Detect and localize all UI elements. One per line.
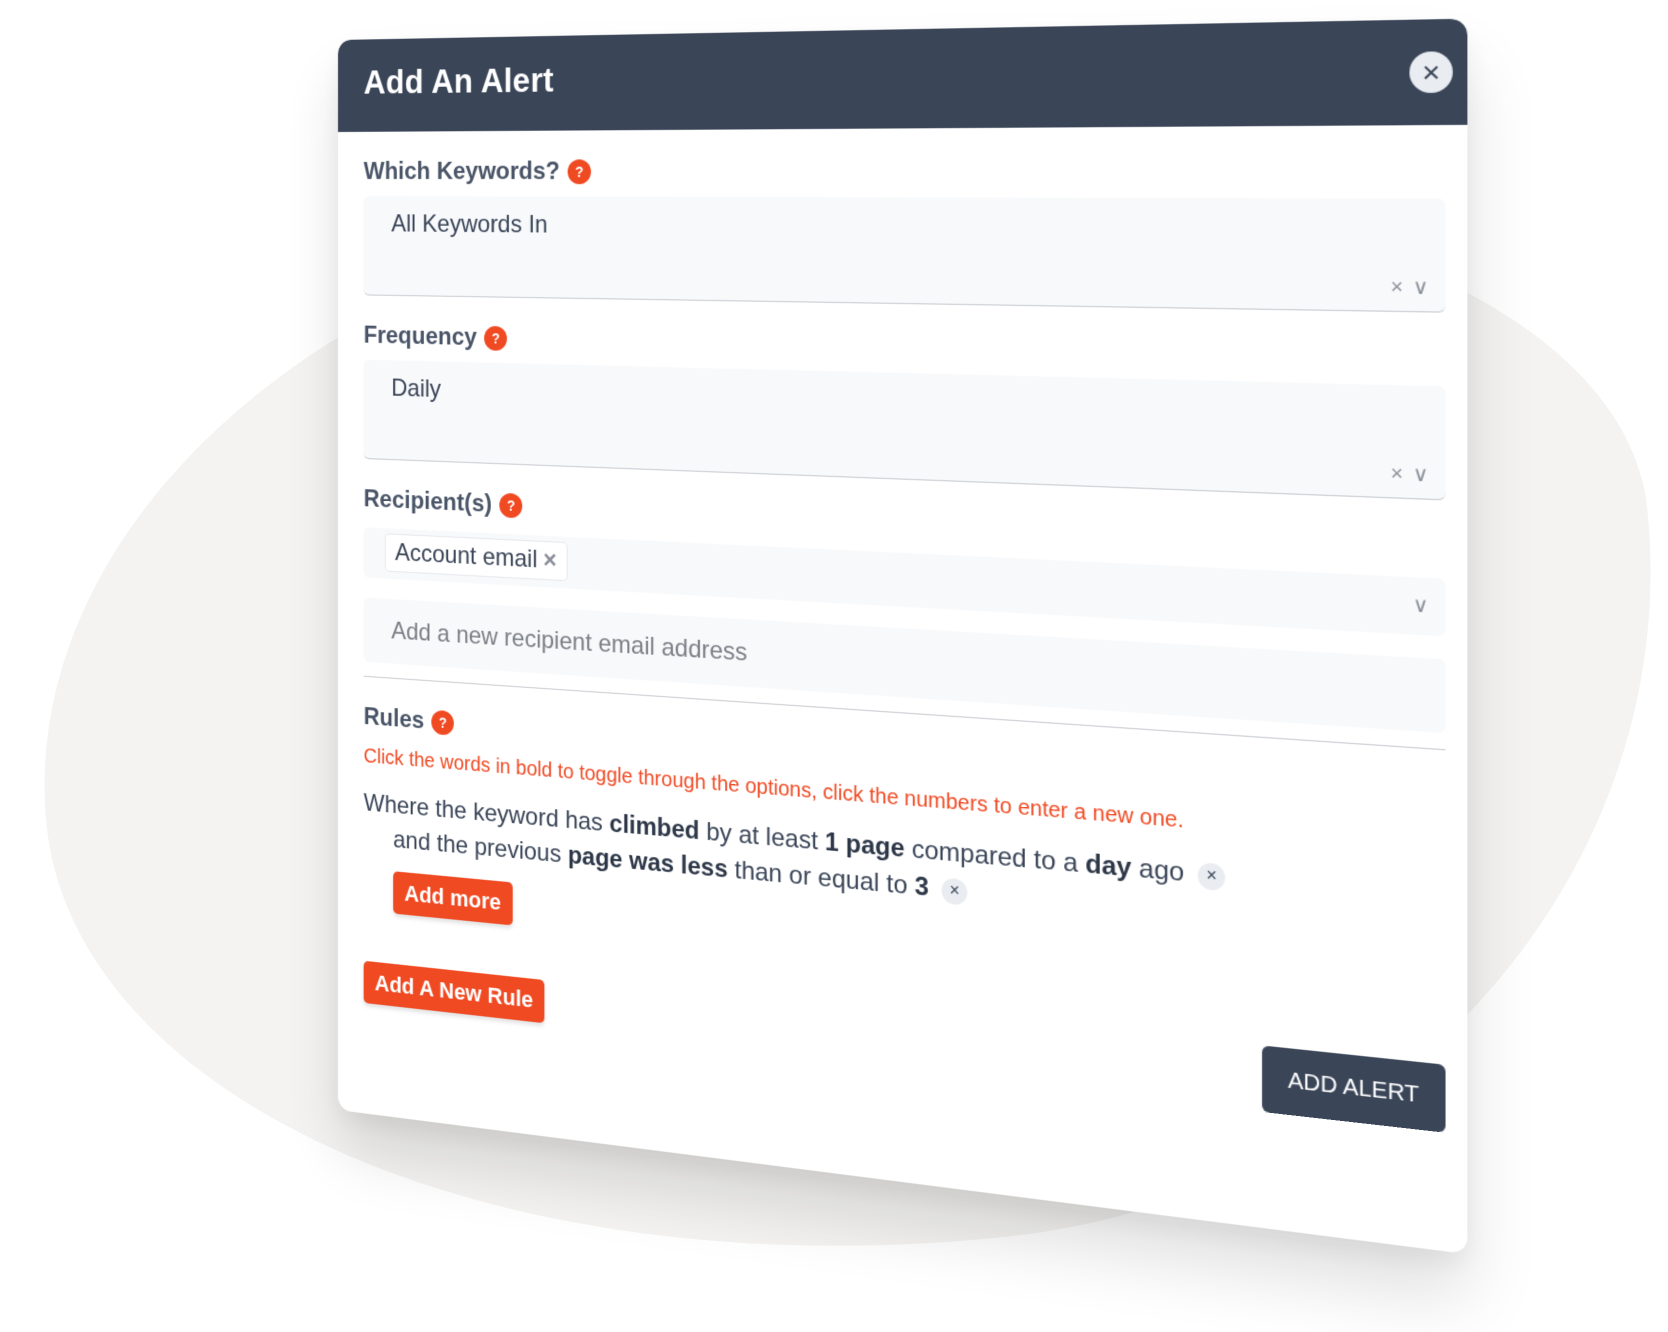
rule-toggle-unit[interactable]: page bbox=[846, 829, 905, 863]
rule-toggle-direction[interactable]: climbed bbox=[609, 810, 699, 846]
frequency-value: Daily bbox=[391, 374, 442, 404]
keywords-label: Which Keywords? ? bbox=[364, 155, 1446, 187]
keywords-value: All Keywords In bbox=[391, 210, 548, 239]
chevron-down-icon[interactable]: ∨ bbox=[1413, 593, 1429, 618]
help-icon[interactable]: ? bbox=[499, 492, 523, 519]
remove-chip-icon[interactable]: × bbox=[543, 546, 557, 574]
frequency-label-text: Frequency bbox=[363, 321, 477, 352]
help-icon[interactable]: ? bbox=[431, 709, 455, 736]
modal-title: Add An Alert bbox=[363, 60, 554, 101]
chevron-down-icon[interactable]: ∨ bbox=[1413, 462, 1429, 487]
close-icon[interactable]: × bbox=[1409, 51, 1453, 94]
stage: Add An Alert × Which Keywords? ? All Key… bbox=[0, 0, 1668, 1255]
clear-icon[interactable]: × bbox=[1391, 275, 1404, 299]
rule-number-threshold[interactable]: 3 bbox=[915, 872, 929, 902]
chevron-down-icon[interactable]: ∨ bbox=[1413, 275, 1429, 299]
add-new-rule-button[interactable]: Add A New Rule bbox=[363, 960, 545, 1024]
modal-body: Which Keywords? ? All Keywords In × ∨ Fr… bbox=[338, 155, 1467, 1160]
remove-condition-icon[interactable]: × bbox=[941, 877, 968, 906]
rule-number-amount[interactable]: 1 bbox=[825, 828, 839, 858]
chip-label: Account email bbox=[395, 538, 538, 574]
keywords-controls: × ∨ bbox=[1391, 275, 1429, 300]
frequency-select[interactable]: Daily × ∨ bbox=[363, 359, 1446, 501]
add-alert-button[interactable]: ADD ALERT bbox=[1262, 1045, 1446, 1133]
rule-text-segment: ago bbox=[1131, 853, 1185, 888]
recipient-chip: Account email × bbox=[385, 534, 567, 581]
clear-icon[interactable]: × bbox=[1391, 462, 1404, 486]
frequency-controls: × ∨ bbox=[1391, 462, 1429, 487]
rules-label-text: Rules bbox=[363, 702, 425, 735]
remove-condition-icon[interactable]: × bbox=[1197, 861, 1226, 891]
keywords-label-text: Which Keywords? bbox=[363, 157, 560, 186]
rule-toggle-unit[interactable]: page bbox=[568, 841, 623, 874]
modal-header: Add An Alert × bbox=[338, 18, 1468, 133]
help-icon[interactable]: ? bbox=[567, 159, 592, 185]
recipients-label-text: Recipient(s) bbox=[363, 485, 493, 519]
add-more-button[interactable]: Add more bbox=[393, 871, 513, 926]
rule-toggle-comparison[interactable]: was less bbox=[629, 847, 728, 884]
add-alert-modal: Add An Alert × Which Keywords? ? All Key… bbox=[338, 18, 1468, 1255]
rule-toggle-period[interactable]: day bbox=[1085, 849, 1131, 883]
help-icon[interactable]: ? bbox=[484, 325, 508, 351]
keywords-select[interactable]: All Keywords In × ∨ bbox=[363, 196, 1446, 313]
